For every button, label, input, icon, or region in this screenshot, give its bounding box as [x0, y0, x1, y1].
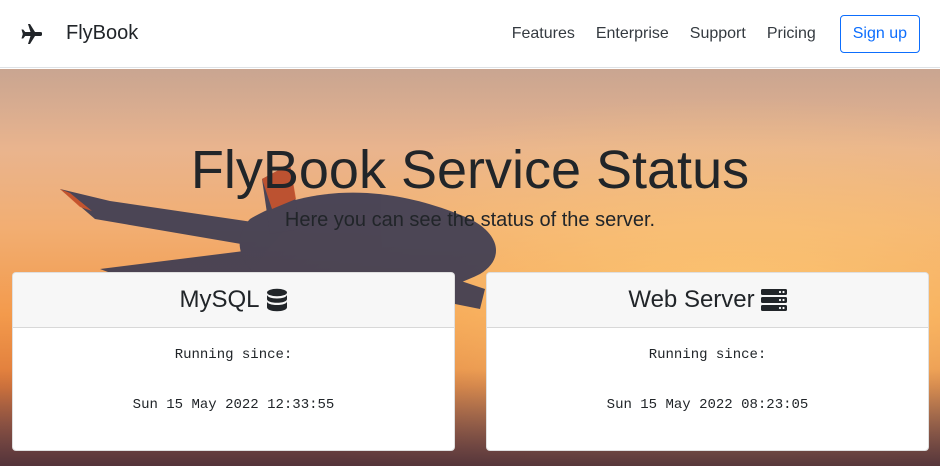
nav-link-enterprise[interactable]: Enterprise: [596, 25, 669, 43]
web-server-status-card: Web Server Running since: Sun 15 May 202…: [486, 272, 929, 451]
nav-link-features[interactable]: Features: [512, 25, 575, 43]
card-body: Running since: Sun 15 May 2022 08:23:05: [487, 347, 928, 413]
hero-section: FlyBook Service Status Here you can see …: [0, 69, 940, 466]
running-since-value: Sun 15 May 2022 12:33:55: [132, 397, 335, 413]
nav-link-support[interactable]: Support: [690, 25, 746, 43]
nav-link-pricing[interactable]: Pricing: [767, 25, 816, 43]
running-since-label: Running since:: [648, 347, 767, 363]
nav-links: Features Enterprise Support Pricing: [512, 25, 816, 43]
brand-name[interactable]: FlyBook: [66, 22, 138, 45]
page-title: FlyBook Service Status: [190, 140, 750, 200]
signup-button[interactable]: Sign up: [839, 14, 920, 53]
card-body: Running since: Sun 15 May 2022 12:33:55: [13, 347, 454, 413]
card-header: Web Server: [487, 273, 928, 328]
service-name: MySQL: [179, 286, 260, 313]
page-subtitle: Here you can see the status of the serve…: [284, 209, 656, 231]
airplane-icon[interactable]: [20, 22, 44, 46]
running-since-label: Running since:: [174, 347, 293, 363]
card-header: MySQL: [13, 273, 454, 328]
running-since-value: Sun 15 May 2022 08:23:05: [606, 397, 809, 413]
service-name: Web Server: [628, 286, 755, 313]
server-icon: [760, 289, 787, 311]
navbar: FlyBook Features Enterprise Support Pric…: [0, 0, 940, 68]
mysql-status-card: MySQL Running since: Sun 15 May 2022 12:…: [12, 272, 455, 451]
database-icon: [266, 288, 288, 312]
